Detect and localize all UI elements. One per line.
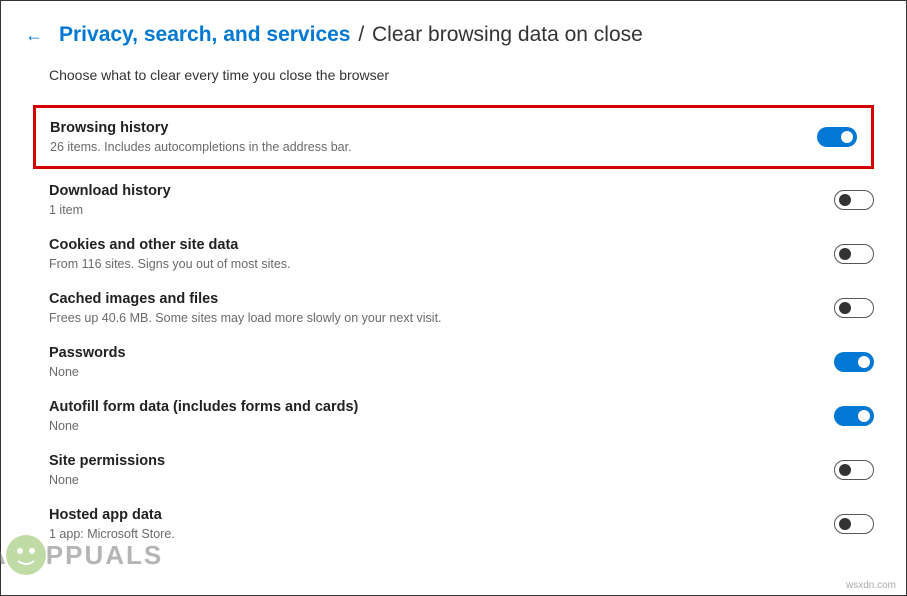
setting-subtitle: 1 item — [49, 203, 834, 217]
toggle-browsing-history[interactable] — [817, 127, 857, 147]
toggle-hosted-app-data[interactable] — [834, 514, 874, 534]
toggle-knob — [839, 518, 851, 530]
setting-subtitle: None — [49, 419, 834, 433]
toggle-autofill[interactable] — [834, 406, 874, 426]
toggle-knob — [858, 356, 870, 368]
setting-text: Download history 1 item — [49, 183, 834, 217]
setting-text: Passwords None — [49, 345, 834, 379]
setting-text: Autofill form data (includes forms and c… — [49, 399, 834, 433]
setting-text: Browsing history 26 items. Includes autoc… — [50, 120, 817, 154]
setting-subtitle: From 116 sites. Signs you out of most si… — [49, 257, 834, 271]
setting-row-cookies: Cookies and other site data From 116 site… — [1, 227, 906, 281]
image-credit: wsxdn.com — [846, 580, 896, 591]
setting-text: Cookies and other site data From 116 site… — [49, 237, 834, 271]
toggle-knob — [858, 410, 870, 422]
setting-text: Cached images and files Frees up 40.6 MB.… — [49, 291, 834, 325]
toggle-site-permissions[interactable] — [834, 460, 874, 480]
setting-row-autofill: Autofill form data (includes forms and c… — [1, 389, 906, 443]
setting-row-site-permissions: Site permissions None — [1, 443, 906, 497]
page-description: Choose what to clear every time you clos… — [1, 65, 906, 105]
toggle-passwords[interactable] — [834, 352, 874, 372]
back-arrow-icon[interactable]: ← — [25, 25, 43, 46]
setting-subtitle: None — [49, 473, 834, 487]
toggle-knob — [839, 302, 851, 314]
breadcrumb-link[interactable]: Privacy, search, and services — [59, 23, 350, 46]
setting-subtitle: 1 app: Microsoft Store. — [49, 527, 834, 541]
setting-title: Hosted app data — [49, 507, 834, 523]
settings-list: Browsing history 26 items. Includes autoc… — [1, 105, 906, 551]
setting-text: Hosted app data 1 app: Microsoft Store. — [49, 507, 834, 541]
toggle-cookies[interactable] — [834, 244, 874, 264]
setting-subtitle: Frees up 40.6 MB. Some sites may load mo… — [49, 311, 834, 325]
setting-title: Download history — [49, 183, 834, 199]
toggle-knob — [839, 194, 851, 206]
setting-row-hosted-app-data: Hosted app data 1 app: Microsoft Store. — [1, 497, 906, 551]
toggle-download-history[interactable] — [834, 190, 874, 210]
setting-subtitle: None — [49, 365, 834, 379]
breadcrumb-header: ← Privacy, search, and services / Clear … — [1, 1, 906, 65]
page-title: Clear browsing data on close — [372, 23, 643, 46]
toggle-cached-files[interactable] — [834, 298, 874, 318]
toggle-knob — [839, 464, 851, 476]
setting-title: Cached images and files — [49, 291, 834, 307]
breadcrumb-separator: / — [358, 23, 364, 46]
setting-title: Site permissions — [49, 453, 834, 469]
setting-title: Browsing history — [50, 120, 817, 136]
toggle-knob — [841, 131, 853, 143]
breadcrumb: Privacy, search, and services / Clear br… — [59, 23, 643, 47]
setting-row-browsing-history: Browsing history 26 items. Includes autoc… — [33, 105, 874, 169]
setting-subtitle: 26 items. Includes autocompletions in th… — [50, 140, 817, 154]
setting-title: Autofill form data (includes forms and c… — [49, 399, 834, 415]
setting-title: Cookies and other site data — [49, 237, 834, 253]
setting-title: Passwords — [49, 345, 834, 361]
setting-row-passwords: Passwords None — [1, 335, 906, 389]
setting-row-download-history: Download history 1 item — [1, 173, 906, 227]
setting-text: Site permissions None — [49, 453, 834, 487]
setting-row-cached-files: Cached images and files Frees up 40.6 MB.… — [1, 281, 906, 335]
toggle-knob — [839, 248, 851, 260]
